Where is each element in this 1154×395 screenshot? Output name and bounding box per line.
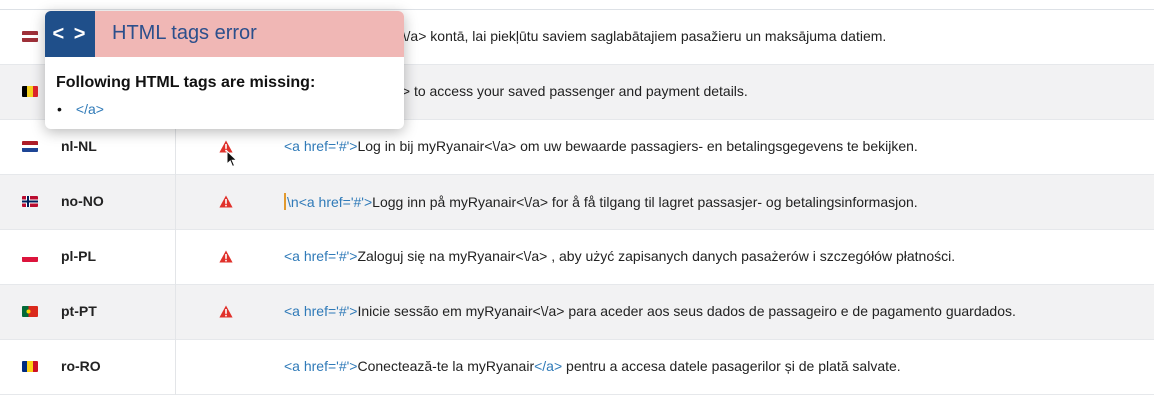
html-tag-open: <a href='#'>: [284, 358, 358, 374]
flag-icon: [22, 196, 38, 207]
popover-header: < > HTML tags error: [45, 11, 404, 57]
translation-content: Conectează-te la myRyanair: [357, 358, 535, 374]
locale-code: ro-RO: [61, 358, 101, 374]
norway-flag-icon: [22, 196, 38, 207]
column-divider: [175, 340, 176, 395]
missing-tag: </a>: [75, 101, 104, 117]
html-tag-open: <a href='#'>: [298, 194, 373, 210]
html-tags-error-popover: < > HTML tags error Following HTML tags …: [45, 11, 404, 129]
column-divider: [175, 230, 176, 285]
column-divider: [175, 285, 176, 340]
translation-text[interactable]: \n<a href='#'>Logg inn på myRyanair<\/a>…: [284, 193, 918, 210]
translation-content-after: pentru a accesa datele pasagerilor și de…: [562, 358, 901, 374]
mouse-pointer-icon: [226, 150, 238, 168]
flag-icon: [22, 141, 38, 152]
locale-code: pl-PL: [61, 248, 96, 264]
translation-text[interactable]: <a href='#'>Zaloguj się na myRyanair<\/a…: [284, 248, 955, 264]
table-row: pl-PL <a href='#'>Zaloguj się na myRyana…: [0, 230, 1154, 285]
warning-icon[interactable]: [219, 305, 233, 318]
popover-message: Following HTML tags are missing:: [56, 74, 316, 91]
translation-text[interactable]: <a href='#'>Log in bij myRyanair<\/a> om…: [284, 138, 918, 154]
translation-content: Zaloguj się na myRyanair<\/a> , aby użyć…: [357, 248, 956, 264]
warning-icon[interactable]: [219, 195, 233, 208]
html-tag-open: <a href='#'>: [284, 138, 358, 154]
missing-tag-item: • </a>: [57, 101, 104, 117]
table-row: ro-RO <a href='#'>Conectează-te la myRya…: [0, 340, 1154, 395]
text-cursor: [284, 193, 286, 210]
flag-icon: [22, 86, 38, 97]
flag-icon: [22, 306, 38, 317]
html-tag-open: <a href='#'>: [284, 303, 358, 319]
locale-code: no-NO: [61, 193, 104, 209]
translation-content: Log in bij myRyanair<\/a> om uw bewaarde…: [357, 138, 918, 154]
flag-icon: [22, 31, 38, 42]
table-row: pt-PT <a href='#'>Inicie sessão em myRya…: [0, 285, 1154, 340]
translation-text[interactable]: <a href='#'>Inicie sessão em myRyanair<\…: [284, 303, 1016, 319]
locale-code: nl-NL: [61, 138, 97, 154]
html-tag-open: <a href='#'>: [284, 248, 358, 264]
locale-code: pt-PT: [61, 303, 97, 319]
code-icon: < >: [45, 11, 95, 57]
translation-content: Inicie sessão em myRyanair<\/a> para ace…: [357, 303, 1016, 319]
escape-sequence: \n: [287, 194, 299, 210]
flag-icon: [22, 361, 38, 372]
translation-text[interactable]: <a href='#'>Conectează-te la myRyanair</…: [284, 358, 901, 374]
column-divider: [175, 175, 176, 230]
translation-content: Logg inn på myRyanair<\/a> for å få tilg…: [372, 194, 918, 210]
table-row: no-NO \n<a href='#'>Logg inn på myRyanai…: [0, 175, 1154, 230]
html-tag-close: </a>: [534, 358, 563, 374]
portugal-flag-icon: [22, 306, 38, 317]
warning-icon[interactable]: [219, 250, 233, 263]
popover-title: HTML tags error: [112, 22, 257, 44]
flag-icon: [22, 251, 38, 262]
